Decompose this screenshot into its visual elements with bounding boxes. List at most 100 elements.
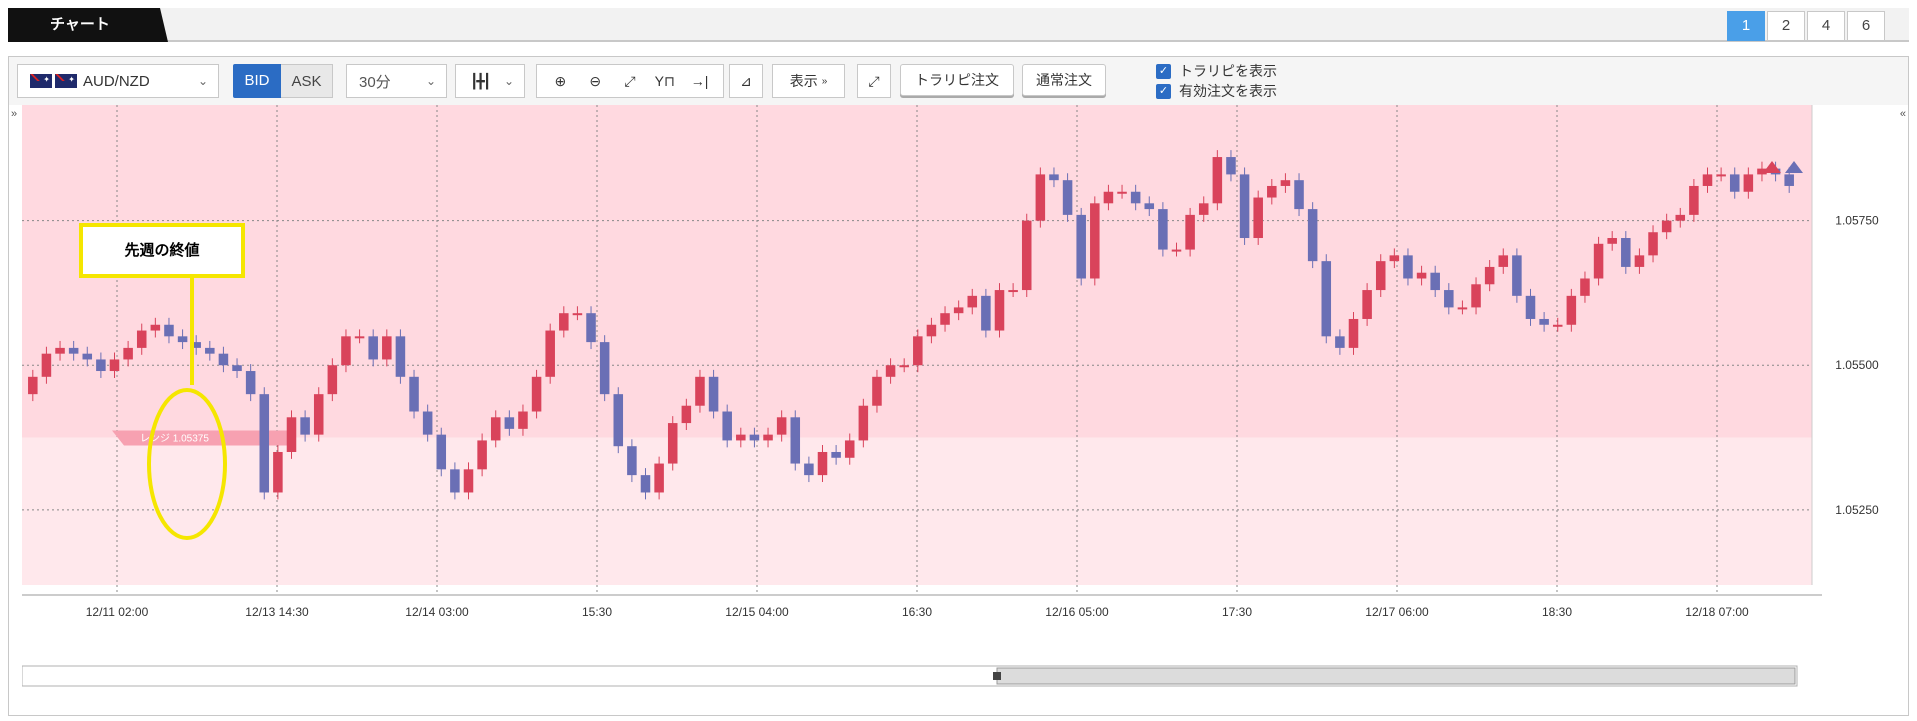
candle [613,394,624,447]
x-axis: 12/11 02:00 12/13 14:30 12/14 03:00 15:30 12… [22,594,1822,619]
traripi-order-button[interactable]: トラリピ注文 [900,64,1014,96]
x-tick-label: 12/17 06:00 [1365,605,1429,619]
candle [994,290,1005,331]
candle [1103,191,1114,204]
candle [1498,255,1509,267]
candle [1566,295,1577,325]
bid-ask-toggle: BID ASK [233,64,333,98]
bid-button[interactable]: BID [233,64,281,98]
candle [1362,290,1372,319]
australia-flag-icon [30,74,52,88]
candle [1212,157,1223,204]
chart-type-select[interactable]: ┃╋┃ ⌄ [455,64,525,98]
zoom-tools: ⊕ ⊖ ⤢ Y⊓ →| [536,64,724,98]
zoom-out-icon[interactable]: ⊖ [581,67,609,95]
x-tick-label: 12/11 02:00 [86,605,149,619]
x-tick-label: 16:30 [902,605,932,619]
show-active-orders-checkbox[interactable]: ✓ 有効注文を表示 [1156,81,1277,101]
candle [504,417,515,429]
x-tick-label: 17:30 [1222,605,1252,619]
zoom-in-icon[interactable]: ⊕ [546,67,574,95]
candle [259,394,270,493]
candle [1226,157,1236,175]
candle [409,376,419,412]
display-button[interactable]: 表示 » [772,64,845,98]
candle [341,336,351,366]
fullscreen-button[interactable]: ⤢ [857,64,891,98]
x-tick-label: 12/13 14:30 [245,605,309,619]
candle [1471,284,1481,308]
layout-1-button[interactable]: 1 [1727,11,1765,41]
candle [422,411,433,435]
candle [1062,180,1073,215]
candle [477,440,487,470]
candle [872,376,882,406]
expand-icon: ⤢ [868,72,880,89]
price-chart[interactable]: レンジ 1.05375 1.057501.055001.05250 12/11 … [22,105,1906,715]
new-zealand-flag-icon [55,74,77,88]
candle [1076,214,1086,279]
candle [28,376,38,395]
timeframe-select[interactable]: 30分 ⌄ [346,64,447,98]
candle [354,336,365,339]
jump-latest-icon[interactable]: →| [686,67,714,95]
candle [1158,209,1168,250]
layout-4-button[interactable]: 4 [1807,11,1845,41]
candle [1403,255,1413,279]
y-axis: 1.05750 1.05500 1.05250 [1811,105,1879,585]
candle [150,324,161,331]
candle [640,475,651,493]
candle [68,347,79,354]
candle [382,336,392,360]
candle [1049,174,1059,181]
candle [1144,203,1155,210]
candle [708,376,719,412]
candle [300,417,310,435]
scroll-thumb[interactable] [996,667,1796,685]
candle [831,451,841,458]
layout-6-button[interactable]: 6 [1847,11,1885,41]
expand-left-icon[interactable]: » [11,108,17,120]
ask-button[interactable]: ASK [281,64,333,98]
show-traripi-checkbox[interactable]: ✓ トラリピを表示 [1156,61,1277,81]
candle [164,324,174,337]
timeframe-label: 30分 [359,73,391,91]
candle [1457,307,1468,310]
normal-order-button[interactable]: 通常注文 [1022,64,1106,96]
candle [695,376,705,406]
candle [531,376,542,412]
candle [1185,214,1195,250]
auto-scale-icon[interactable]: Y⊓ [651,67,679,95]
candle [109,359,120,372]
chart-panel: AUD/NZD ⌄ BID ASK 30分 ⌄ ┃╋┃ ⌄ ⊕ ⊖ ⤢ Y⊓ →… [8,56,1909,716]
candle [1552,324,1563,327]
candle [395,336,406,377]
candle [1621,238,1631,267]
check-icon: ✓ [1156,83,1171,99]
candle [776,417,787,435]
double-chevron-icon: » [821,75,828,87]
candle [1593,243,1604,279]
scroll-handle-icon[interactable] [993,672,1001,680]
candle [490,417,501,441]
display-options: ✓ トラリピを表示 ✓ 有効注文を表示 [1156,61,1277,101]
currency-pair-select[interactable]: AUD/NZD ⌄ [17,64,219,98]
candle [722,411,732,441]
candle [1307,209,1318,262]
candle [1634,255,1645,267]
candle [681,405,692,424]
candle [368,336,378,360]
x-tick-label: 18:30 [1542,605,1572,619]
candle [1525,295,1536,319]
candle [1416,272,1427,279]
fit-screen-icon[interactable]: ⤢ [616,67,644,95]
candle [1444,290,1454,308]
candle [1484,266,1495,285]
candle [667,423,678,464]
currency-pair-label: AUD/NZD [83,72,150,90]
candle [1430,272,1440,291]
chart-tab[interactable]: チャート [8,8,168,42]
candle [1580,278,1590,296]
layout-2-button[interactable]: 2 [1767,11,1805,41]
indicator-button[interactable]: ⊿ [729,64,763,98]
